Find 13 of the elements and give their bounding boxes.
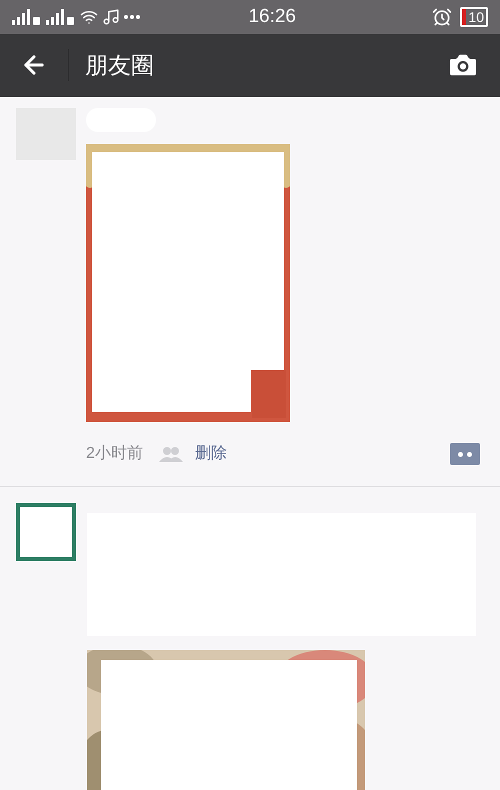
- page-title: 朋友圈: [85, 51, 154, 80]
- friends-icon: [158, 446, 183, 462]
- battery-indicator: 10: [460, 6, 488, 27]
- status-time: 16:26: [248, 4, 296, 29]
- alarm-icon: [432, 6, 452, 27]
- avatar[interactable]: [16, 503, 76, 561]
- signal-icon: [12, 8, 42, 25]
- post-time: 2小时前: [86, 444, 143, 464]
- signal-icon: [46, 8, 76, 25]
- more-icon: [124, 14, 140, 19]
- comment-icon[interactable]: [450, 443, 480, 465]
- delete-link[interactable]: 删除: [194, 442, 227, 466]
- music-icon: [102, 8, 120, 26]
